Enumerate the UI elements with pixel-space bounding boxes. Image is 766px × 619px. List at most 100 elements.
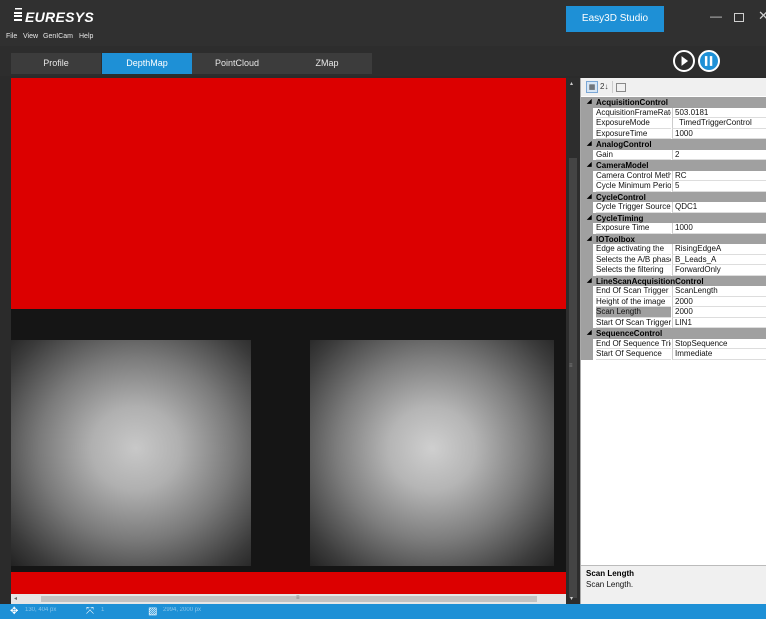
property-value[interactable]: B_Leads_A — [672, 254, 766, 265]
scroll-left-icon[interactable]: ◂ — [14, 595, 17, 602]
horizontal-scrollbar[interactable]: ◂ ≡ — [11, 594, 566, 604]
property-value[interactable]: RC — [672, 170, 766, 181]
property-value[interactable]: ScanLength — [672, 286, 766, 297]
property-value[interactable]: RisingEdgeA — [672, 244, 766, 255]
pause-icon[interactable] — [698, 50, 720, 72]
property-value[interactable]: 2000 — [672, 307, 766, 318]
property-row[interactable]: Start Of Scan Trigger LIN1 — [581, 317, 766, 328]
menu-view[interactable]: View — [23, 33, 38, 40]
collapse-caret-icon[interactable]: ◢ — [587, 329, 592, 336]
property-row[interactable]: AcquisitionFrameRate 503.0181 — [581, 107, 766, 118]
category-row[interactable]: ◢ LineScanAcquisitionControl — [581, 275, 766, 286]
row-gutter — [581, 317, 593, 328]
scroll-up-icon[interactable]: ▴ — [570, 80, 573, 87]
collapse-caret-icon[interactable]: ◢ — [587, 235, 592, 242]
category-label: SequenceControl — [596, 329, 663, 338]
property-row[interactable]: Start Of Sequence Immediate — [581, 349, 766, 360]
property-row[interactable]: Cycle Trigger Source QDC1 — [581, 202, 766, 213]
tab-zmap[interactable]: ZMap — [282, 53, 373, 74]
tab-depthmap[interactable]: DepthMap — [102, 53, 193, 74]
property-row[interactable]: ExposureTime 1000 — [581, 128, 766, 139]
property-row[interactable]: End Of Scan Trigger ScanLength — [581, 286, 766, 297]
property-name: Height of the image — [596, 297, 671, 307]
category-row[interactable]: ◢ IOToolbox — [581, 233, 766, 244]
categorized-icon[interactable]: ▦ — [586, 81, 598, 93]
title-bar: EURESYS Easy3D Studio — ✕ — [0, 0, 766, 32]
property-name: Cycle Trigger Source — [596, 202, 671, 213]
cursor-position-text: 130, 404 px — [25, 607, 57, 613]
collapse-caret-icon[interactable]: ◢ — [587, 161, 592, 168]
collapse-caret-icon[interactable]: ◢ — [587, 98, 592, 105]
property-row[interactable]: ExposureMode TimedTriggerControl — [581, 118, 766, 129]
property-name: Gain — [596, 150, 671, 160]
property-grid-toolbar: ▦ 2↓ — [581, 78, 766, 96]
property-row[interactable]: Selects the A/B phase B_Leads_A — [581, 254, 766, 265]
property-value[interactable]: 503.0181 — [672, 107, 766, 118]
description-text: Scan Length. — [586, 580, 634, 589]
category-label: AcquisitionControl — [596, 98, 668, 107]
minimize-button[interactable]: — — [710, 10, 722, 22]
property-value[interactable]: 2000 — [672, 296, 766, 307]
property-name: Selects the filtering — [596, 265, 671, 276]
row-gutter — [581, 349, 593, 360]
category-label: CycleTiming — [596, 213, 644, 223]
row-gutter — [581, 107, 593, 118]
horizontal-scroll-thumb[interactable] — [41, 596, 537, 602]
scroll-down-icon[interactable]: ▾ — [570, 595, 573, 602]
tab-pointcloud[interactable]: PointCloud — [192, 53, 283, 74]
menu-genicam[interactable]: GenICam — [43, 33, 73, 40]
property-row[interactable]: Edge activating the RisingEdgeA — [581, 244, 766, 255]
property-row[interactable]: Scan Length 2000 — [581, 307, 766, 318]
property-description: Scan Length Scan Length. — [581, 565, 766, 604]
menu-file[interactable]: File — [6, 33, 17, 40]
property-row[interactable]: End Of Sequence TriggerStopSequence — [581, 338, 766, 349]
property-row[interactable]: Exposure Time 1000 — [581, 223, 766, 234]
property-row[interactable]: Cycle Minimum Period 5 — [581, 181, 766, 192]
category-label: CycleControl — [596, 192, 646, 202]
category-row[interactable]: ◢ SequenceControl — [581, 328, 766, 339]
collapse-caret-icon[interactable]: ◢ — [587, 214, 592, 221]
property-row[interactable]: Gain 2 — [581, 149, 766, 160]
vertical-scrollbar[interactable]: ▴ ≡ ▾ — [566, 78, 580, 604]
close-button[interactable]: ✕ — [758, 9, 766, 22]
category-row[interactable]: ◢ CycleControl — [581, 191, 766, 202]
zoom-icon: ⤧ — [86, 606, 94, 617]
category-row[interactable]: ◢ AcquisitionControl — [581, 97, 766, 108]
app-title-tab[interactable]: Easy3D Studio — [566, 6, 664, 32]
menu-help[interactable]: Help — [79, 33, 93, 40]
property-value[interactable]: 1000 — [672, 223, 766, 234]
property-value[interactable]: 2 — [672, 149, 766, 160]
row-gutter — [581, 286, 593, 297]
property-name: ExposureTime — [596, 129, 671, 139]
row-gutter — [581, 244, 593, 255]
collapse-caret-icon[interactable]: ◢ — [587, 140, 592, 147]
vertical-scroll-thumb[interactable] — [569, 158, 577, 598]
property-name: AcquisitionFrameRate — [596, 107, 671, 118]
property-value[interactable]: 1000 — [672, 128, 766, 139]
depthmap-viewport[interactable] — [11, 78, 566, 594]
property-value[interactable]: TimedTriggerControl — [672, 118, 766, 129]
property-row[interactable]: Height of the image 2000 — [581, 296, 766, 307]
property-value[interactable]: StopSequence — [672, 338, 766, 349]
property-value[interactable]: ForwardOnly — [672, 265, 766, 276]
property-value[interactable]: LIN1 — [672, 317, 766, 328]
category-row[interactable]: ◢ CameraModel — [581, 160, 766, 171]
property-row[interactable]: Camera Control MethodRC — [581, 170, 766, 181]
invalid-depth-region-bottom — [11, 572, 566, 594]
tab-profile[interactable]: Profile — [11, 53, 102, 74]
category-row[interactable]: ◢ AnalogControl — [581, 139, 766, 150]
play-icon[interactable] — [673, 50, 695, 72]
collapse-caret-icon[interactable]: ◢ — [587, 277, 592, 284]
property-name: End Of Scan Trigger — [596, 286, 671, 297]
property-value[interactable]: Immediate — [672, 349, 766, 360]
property-value[interactable]: QDC1 — [672, 202, 766, 213]
property-name: Scan Length — [596, 307, 671, 318]
alphabetical-sort-button[interactable]: 2↓ — [600, 81, 608, 93]
property-row[interactable]: Selects the filtering ForwardOnly — [581, 265, 766, 276]
collapse-caret-icon[interactable]: ◢ — [587, 193, 592, 200]
category-row[interactable]: ◢ CycleTiming — [581, 212, 766, 223]
property-value[interactable]: 5 — [672, 181, 766, 192]
category-label: CameraModel — [596, 161, 649, 170]
property-pages-icon[interactable] — [616, 83, 626, 92]
maximize-button[interactable] — [734, 13, 744, 22]
